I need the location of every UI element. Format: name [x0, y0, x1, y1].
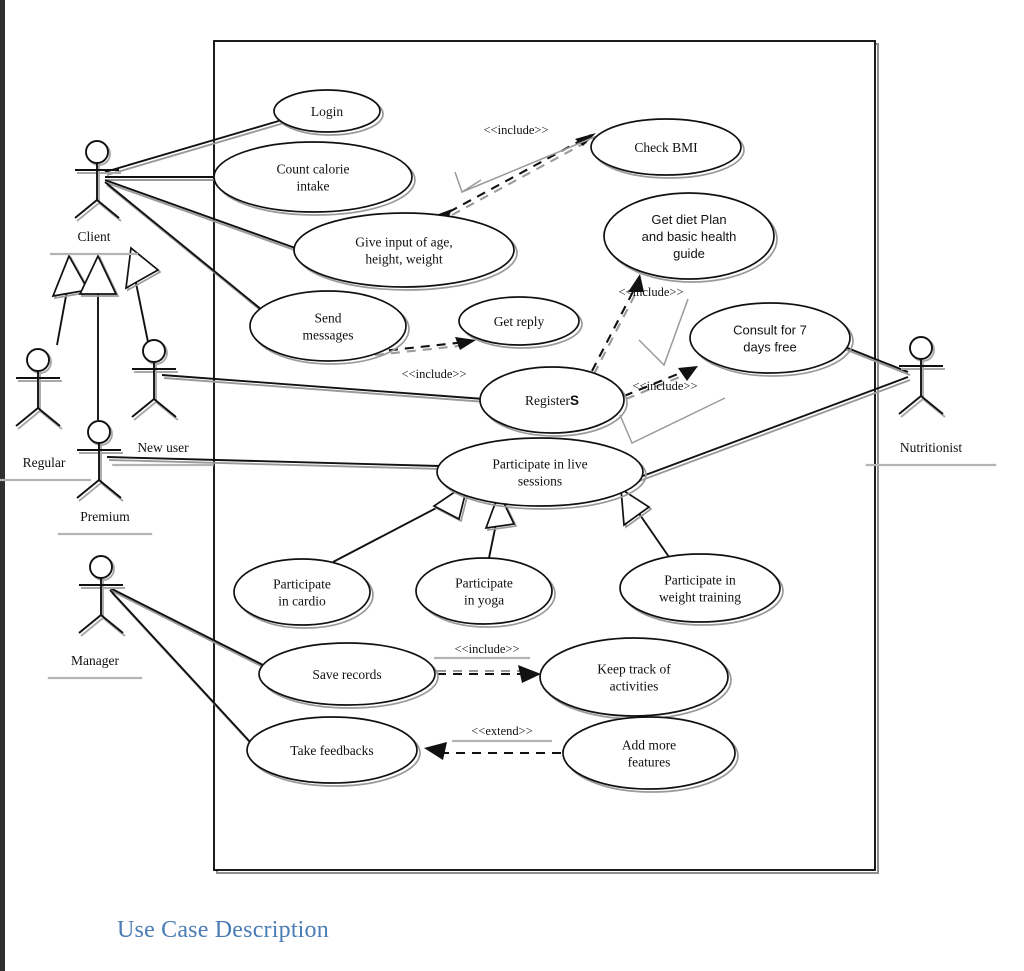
use-case-label: Send	[315, 311, 342, 326]
use-case-label: sessions	[518, 474, 562, 489]
use-case-label: Participate in live	[492, 457, 587, 472]
use-case-label: height, weight	[365, 252, 442, 267]
use-case-label: Participate	[455, 576, 513, 591]
use-case-label: in cardio	[278, 594, 326, 609]
use-case-label: features	[628, 755, 671, 770]
actor-manager[interactable]: Manager	[47, 555, 143, 680]
use-case-label: Participate	[273, 577, 331, 592]
use-case-label-suffix: S	[570, 393, 579, 408]
use-case-label: Get reply	[494, 314, 545, 329]
actor-nutritionist[interactable]: Nutritionist	[865, 336, 997, 467]
generalization-premium-to-client	[78, 254, 120, 420]
actor-figure	[898, 336, 944, 415]
use-case-label: Login	[311, 104, 343, 119]
actor-label: Client	[78, 229, 111, 244]
stereotype-include-keeptrack: <<include>>	[455, 642, 520, 656]
use-case-diagram: Login Count calorie intake Give input of ag…	[0, 40, 997, 874]
use-case-label: weight training	[659, 590, 741, 605]
actor-label: Premium	[80, 509, 130, 524]
use-case-label: Give input of age,	[355, 235, 452, 250]
stereotype-include-consult: <<include>>	[633, 379, 698, 393]
use-case-label: Add more	[622, 738, 676, 753]
actor-label: Manager	[71, 653, 119, 668]
actor-figure	[15, 348, 61, 427]
use-case-label: days free	[743, 340, 796, 355]
stereotype-include-reply: <<include>>	[402, 367, 467, 381]
actor-new-user[interactable]: New user	[112, 339, 214, 467]
use-case-label: activities	[610, 679, 659, 694]
use-case-label: Take feedbacks	[290, 743, 373, 758]
actor-regular[interactable]: Regular	[0, 348, 92, 482]
stereotype-extend-addmore: <<extend>>	[471, 724, 533, 738]
use-case-label: Save records	[312, 667, 381, 682]
generalization-newuser-to-client	[124, 246, 162, 343]
actor-label: Nutritionist	[900, 440, 963, 455]
use-case-label: and basic health	[642, 229, 737, 244]
use-case-label: RegisterS	[525, 393, 579, 408]
use-case-label: Participate in	[664, 573, 736, 588]
actor-label: Regular	[23, 455, 66, 470]
use-case-label: in yoga	[464, 593, 504, 608]
stereotype-include-diet: <<include>>	[619, 285, 684, 299]
use-case-label: Get diet Plan	[651, 212, 726, 227]
use-case-label: Consult for 7	[733, 323, 807, 338]
use-case-label: messages	[303, 328, 354, 343]
actor-figure	[78, 555, 124, 634]
use-case-label: Count calorie	[276, 162, 349, 177]
use-case-label: Keep track of	[597, 662, 671, 677]
stereotype-include-bmi: <<include>>	[484, 123, 549, 137]
use-case-label: Check BMI	[634, 140, 698, 155]
footer-heading: Use Case Description	[117, 917, 329, 943]
generalization-regular-to-client	[51, 254, 92, 346]
actor-label: New user	[137, 440, 189, 455]
use-case-label: intake	[297, 179, 330, 194]
use-case-label: guide	[673, 246, 705, 261]
actor-premium[interactable]: Premium	[57, 420, 153, 536]
